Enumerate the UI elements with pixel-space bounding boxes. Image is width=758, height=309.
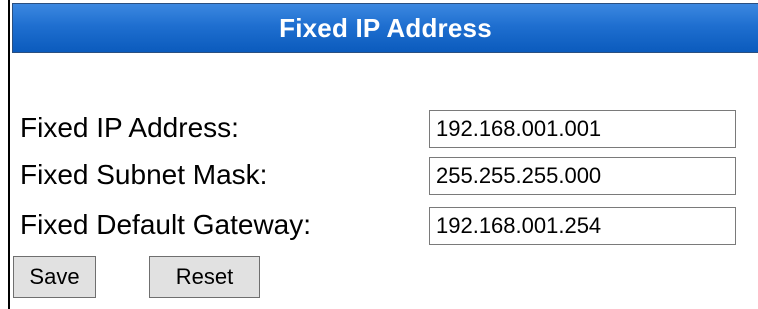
ip-address-input[interactable] bbox=[429, 110, 736, 148]
title-bar: Fixed IP Address bbox=[12, 3, 758, 53]
fixed-ip-panel: Fixed IP Address Fixed IP Address: Fixed… bbox=[8, 0, 758, 309]
reset-button[interactable]: Reset bbox=[149, 256, 260, 298]
default-gateway-row: Fixed Default Gateway: bbox=[10, 207, 758, 247]
ip-address-label: Fixed IP Address: bbox=[20, 112, 239, 143]
default-gateway-input[interactable] bbox=[429, 207, 736, 245]
default-gateway-label: Fixed Default Gateway: bbox=[20, 209, 312, 240]
panel-title: Fixed IP Address bbox=[279, 12, 492, 43]
subnet-mask-row: Fixed Subnet Mask: bbox=[10, 157, 758, 197]
save-button[interactable]: Save bbox=[13, 256, 96, 298]
subnet-mask-input[interactable] bbox=[429, 157, 736, 195]
subnet-mask-label: Fixed Subnet Mask: bbox=[20, 159, 268, 190]
ip-address-row: Fixed IP Address: bbox=[10, 110, 758, 150]
